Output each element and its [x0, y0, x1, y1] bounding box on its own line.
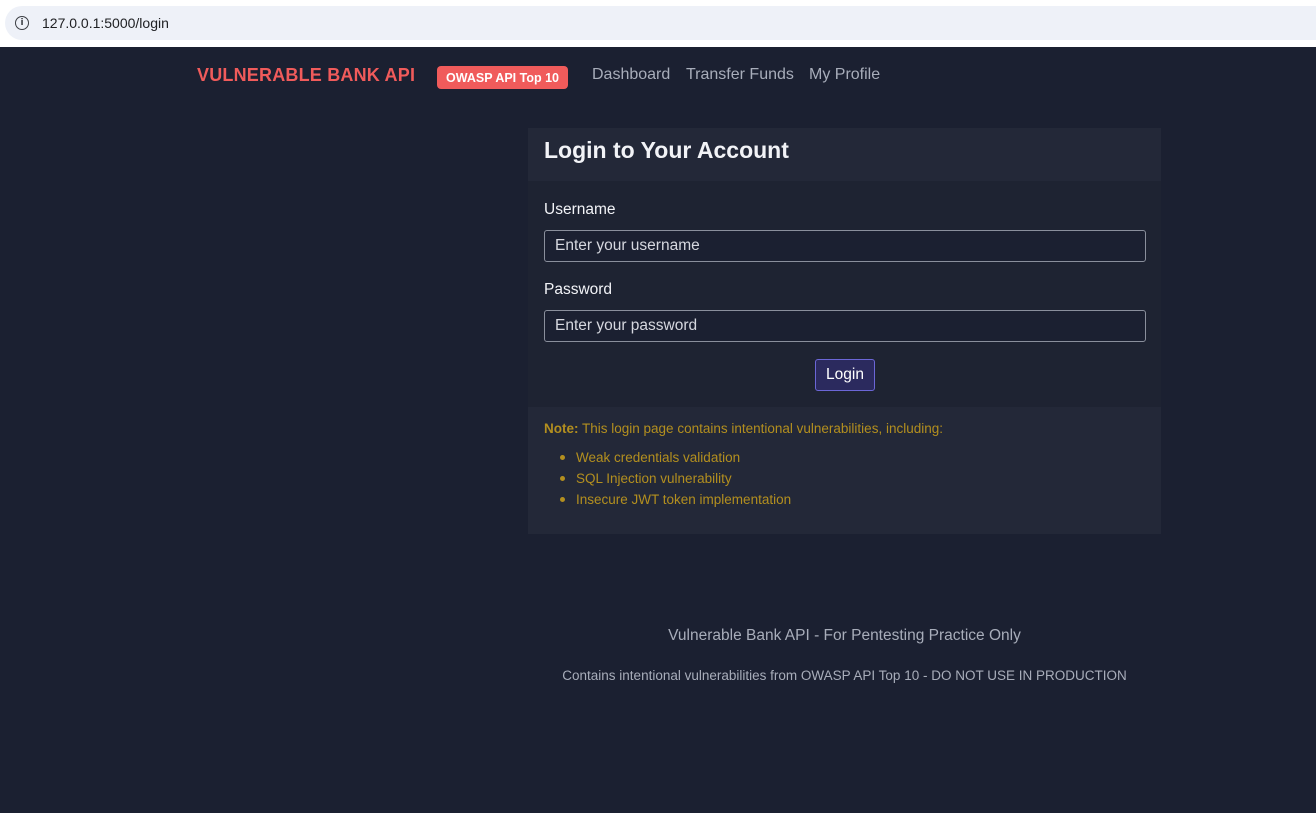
- login-card: Login to Your Account Username Password …: [528, 128, 1161, 534]
- nav-dashboard[interactable]: Dashboard: [592, 66, 670, 84]
- note-item: Weak credentials validation: [559, 449, 791, 470]
- navbar: VULNERABLE BANK API OWASP API Top 10 Das…: [0, 47, 1316, 107]
- address-bar[interactable]: i 127.0.0.1:5000/login: [5, 6, 1316, 40]
- username-label: Username: [544, 201, 616, 218]
- note-item: Insecure JWT token implementation: [559, 491, 791, 512]
- vulnerability-note: Note: This login page contains intention…: [528, 407, 1161, 534]
- note-text: Note: This login page contains intention…: [544, 421, 943, 436]
- nav-transfer-funds[interactable]: Transfer Funds: [686, 66, 794, 84]
- footer-title: Vulnerable Bank API - For Pentesting Pra…: [668, 627, 1021, 644]
- login-title: Login to Your Account: [544, 137, 789, 163]
- note-prefix: Note:: [544, 421, 579, 436]
- note-list: Weak credentials validation SQL Injectio…: [559, 449, 791, 512]
- note-item: SQL Injection vulnerability: [559, 470, 791, 491]
- note-body: This login page contains intentional vul…: [578, 421, 943, 436]
- url-text[interactable]: 127.0.0.1:5000/login: [42, 15, 169, 31]
- nav-my-profile[interactable]: My Profile: [809, 66, 880, 84]
- password-label: Password: [544, 281, 613, 298]
- login-card-header: Login to Your Account: [528, 128, 1161, 181]
- owasp-badge: OWASP API Top 10: [437, 66, 568, 89]
- footer-disclaimer: Contains intentional vulnerabilities fro…: [562, 668, 1127, 683]
- info-icon[interactable]: i: [15, 16, 29, 30]
- password-input[interactable]: [544, 310, 1146, 342]
- brand-logo[interactable]: VULNERABLE BANK API: [197, 65, 415, 86]
- browser-bar: i 127.0.0.1:5000/login: [0, 0, 1316, 47]
- username-input[interactable]: [544, 230, 1146, 262]
- login-button[interactable]: Login: [815, 359, 875, 391]
